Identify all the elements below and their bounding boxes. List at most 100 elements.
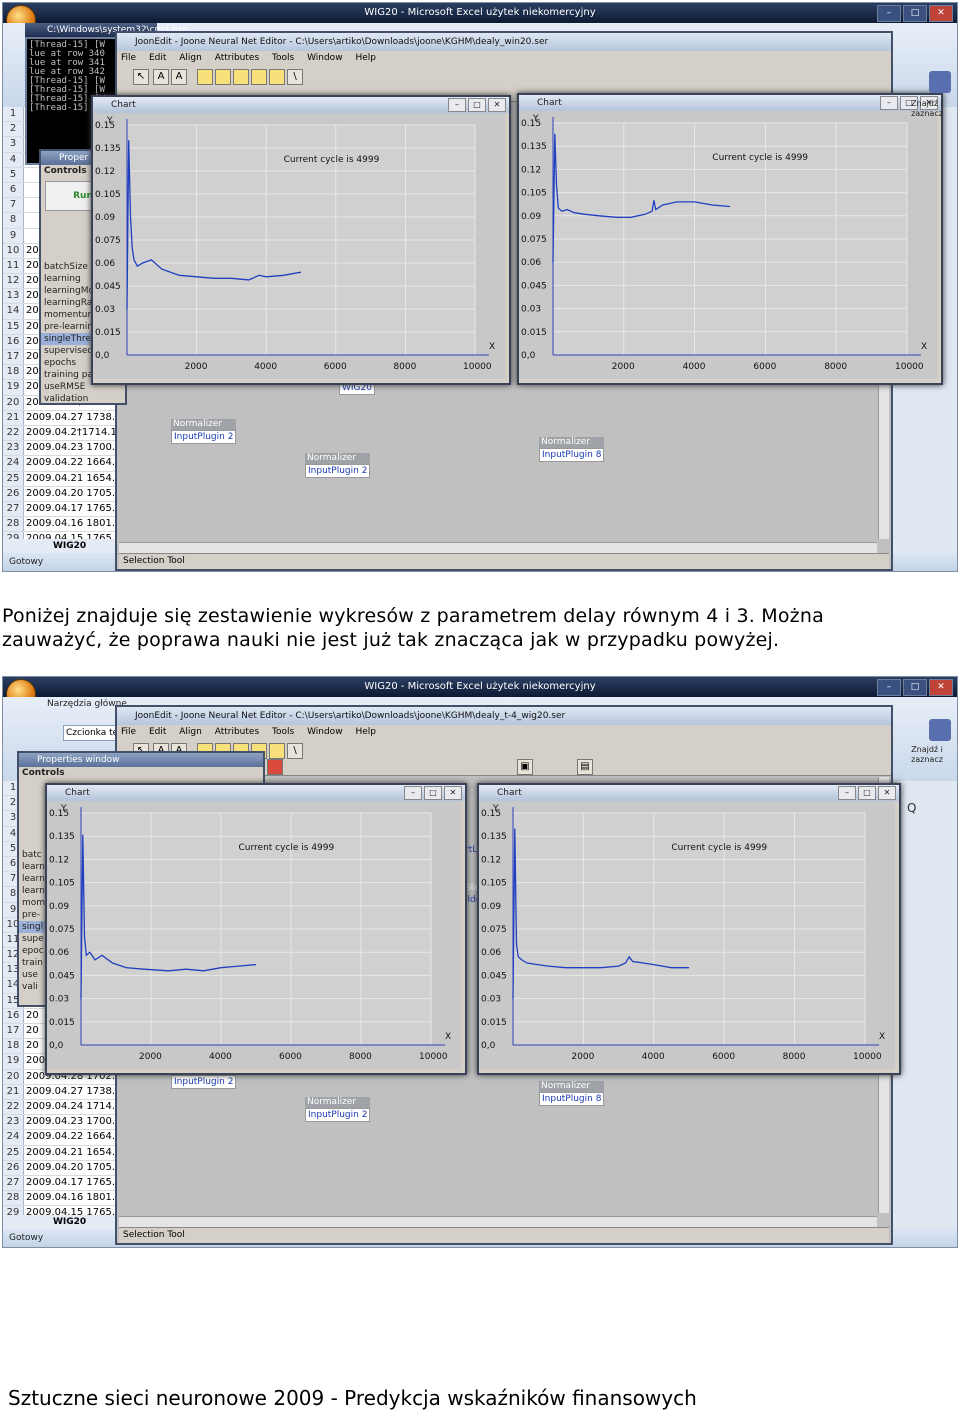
output-tool-icon[interactable]: ▤	[577, 759, 593, 775]
maximize-icon[interactable]: □	[903, 679, 927, 696]
table-row[interactable]: 22 2009.04.2†1714.1	[3, 425, 115, 442]
menu-align[interactable]: Align	[179, 53, 202, 63]
close-icon[interactable]: ✕	[929, 5, 953, 22]
row-number[interactable]: 27	[3, 1175, 24, 1191]
table-row[interactable]: 24 2009.04.22 1664.0	[3, 456, 115, 472]
row-number[interactable]: 26	[3, 1160, 24, 1175]
table-cell[interactable]: 2009.04.24 1714.1	[24, 1100, 115, 1114]
line-tool-icon[interactable]: \	[287, 69, 303, 85]
row-number[interactable]: 2	[3, 122, 24, 137]
row-number[interactable]: 25	[3, 471, 24, 486]
table-row[interactable]: 28 2009.04.16 1801.1	[3, 517, 115, 533]
node-input-plugin-2[interactable]: InputPlugin 2	[171, 1075, 237, 1089]
find-icon[interactable]	[929, 719, 951, 741]
table-cell[interactable]: 2009.04.17 1765.4	[24, 1176, 115, 1190]
row-number[interactable]: 8	[3, 213, 24, 228]
close-icon[interactable]: ✕	[929, 679, 953, 696]
node-normalizer-2[interactable]: Normalizer InputPlugin 2	[305, 453, 371, 478]
menu-window[interactable]: Window	[307, 53, 343, 63]
menu-align[interactable]: Align	[179, 727, 202, 737]
sheet-tab[interactable]: WIG20	[3, 1215, 115, 1229]
row-number[interactable]: 6	[3, 182, 24, 198]
property-item[interactable]: validation	[41, 393, 125, 403]
row-number[interactable]: 11	[3, 258, 24, 274]
row-number[interactable]: 27	[3, 501, 24, 517]
find-button[interactable]: Znajdź i zaznacz	[899, 745, 955, 765]
row-number[interactable]: 20	[3, 395, 24, 410]
ellipse-tool-icon[interactable]	[233, 69, 249, 85]
row-number[interactable]: 23	[3, 441, 24, 456]
row-number[interactable]: 22	[3, 425, 24, 441]
maximize-icon[interactable]: □	[858, 786, 876, 800]
table-cell[interactable]: 2009.04.2†1714.1	[24, 426, 115, 440]
row-number[interactable]: 18	[3, 365, 24, 380]
maximize-icon[interactable]: □	[903, 5, 927, 22]
row-number[interactable]: 20	[3, 1069, 24, 1084]
table-row[interactable]: 23 2009.04.23 1700.4	[3, 1115, 115, 1131]
diamond-tool-icon[interactable]	[269, 69, 285, 85]
table-row[interactable]: 26 2009.04.20 1705.9	[3, 1160, 115, 1176]
table-row[interactable]: 27 2009.04.17 1765.4	[3, 1175, 115, 1192]
row-number[interactable]: 17	[3, 1024, 24, 1039]
table-cell[interactable]: 2009.04.22 1664.0	[24, 456, 115, 470]
row-number[interactable]: 7	[3, 198, 24, 213]
row-number[interactable]: 26	[3, 486, 24, 501]
table-row[interactable]: 28 2009.04.16 1801.1	[3, 1191, 115, 1207]
table-row[interactable]: 21 2009.04.27 1738.8	[3, 1084, 115, 1100]
table-cell[interactable]: 2009.04.21 1654.7	[24, 1146, 115, 1160]
row-number[interactable]: 10	[3, 243, 24, 258]
minimize-icon[interactable]: –	[404, 786, 422, 800]
table-cell[interactable]: 2009.04.17 1765.4	[24, 502, 115, 516]
table-row[interactable]: 21 2009.04.27 1738.8	[3, 410, 115, 426]
menu-edit[interactable]: Edit	[149, 727, 166, 737]
close-icon[interactable]: ✕	[444, 786, 462, 800]
rectangle-tool-icon[interactable]	[197, 69, 213, 85]
close-icon[interactable]: ✕	[488, 98, 506, 112]
table-cell[interactable]: 2009.04.23 1700.4	[24, 441, 115, 455]
menu-edit[interactable]: Edit	[149, 53, 166, 63]
table-row[interactable]: 24 2009.04.22 1664.0	[3, 1130, 115, 1146]
menu-attributes[interactable]: Attributes	[215, 53, 259, 63]
row-number[interactable]: 18	[3, 1039, 24, 1054]
row-number[interactable]: 3	[3, 137, 24, 152]
row-number[interactable]: 16	[3, 334, 24, 349]
monitor-tool-icon[interactable]: ▣	[517, 759, 533, 775]
table-row[interactable]: 26 2009.04.20 1705.9	[3, 486, 115, 502]
table-cell[interactable]: 2009.04.21 1654.7	[24, 472, 115, 486]
layer-tool-icon[interactable]	[267, 759, 283, 775]
menu-help[interactable]: Help	[355, 53, 376, 63]
menu-tools[interactable]: Tools	[272, 53, 294, 63]
search-icon[interactable]: Q	[907, 801, 916, 815]
menu-file[interactable]: File	[121, 53, 136, 63]
text-align-tool-icon[interactable]: A	[171, 69, 187, 85]
row-number[interactable]: 1	[3, 107, 24, 122]
menu-attributes[interactable]: Attributes	[215, 727, 259, 737]
row-number[interactable]: 21	[3, 410, 24, 425]
table-cell[interactable]: 2009.04.20 1705.9	[24, 1161, 115, 1175]
row-number[interactable]: 21	[3, 1084, 24, 1099]
table-cell[interactable]: 2009.04.16 1801.1	[24, 517, 115, 531]
find-button[interactable]: Znajdź i zaznacz	[899, 99, 955, 119]
node-normalizer[interactable]: Normalizer InputPlugin 2	[171, 419, 237, 444]
find-icon[interactable]	[929, 71, 951, 93]
minimize-icon[interactable]: –	[448, 98, 466, 112]
row-number[interactable]: 4	[3, 152, 24, 167]
node-normalizer-8[interactable]: Normalizer InputPlugin 8	[539, 1081, 605, 1106]
row-number[interactable]: 28	[3, 517, 24, 532]
diamond-tool-icon[interactable]	[269, 743, 285, 759]
node-normalizer-2[interactable]: Normalizer InputPlugin 2	[305, 1097, 371, 1122]
row-number[interactable]: 19	[3, 1054, 24, 1069]
node-normalizer-8[interactable]: Normalizer InputPlugin 8	[539, 437, 605, 462]
arrow-tool-icon[interactable]: ↖	[133, 69, 149, 85]
minimize-icon[interactable]: –	[877, 5, 901, 22]
table-row[interactable]: 23 2009.04.23 1700.4	[3, 441, 115, 457]
minimize-icon[interactable]: –	[880, 96, 898, 110]
row-number[interactable]: 22	[3, 1099, 24, 1115]
table-row[interactable]: 27 2009.04.17 1765.4	[3, 501, 115, 518]
horizontal-scrollbar[interactable]	[119, 542, 877, 553]
table-row[interactable]: 25 2009.04.21 1654.7	[3, 471, 115, 487]
menu-help[interactable]: Help	[355, 727, 376, 737]
sheet-tab[interactable]: WIG20	[3, 539, 115, 553]
table-cell[interactable]: 2009.04.27 1738.8	[24, 411, 115, 425]
minimize-icon[interactable]: –	[877, 679, 901, 696]
